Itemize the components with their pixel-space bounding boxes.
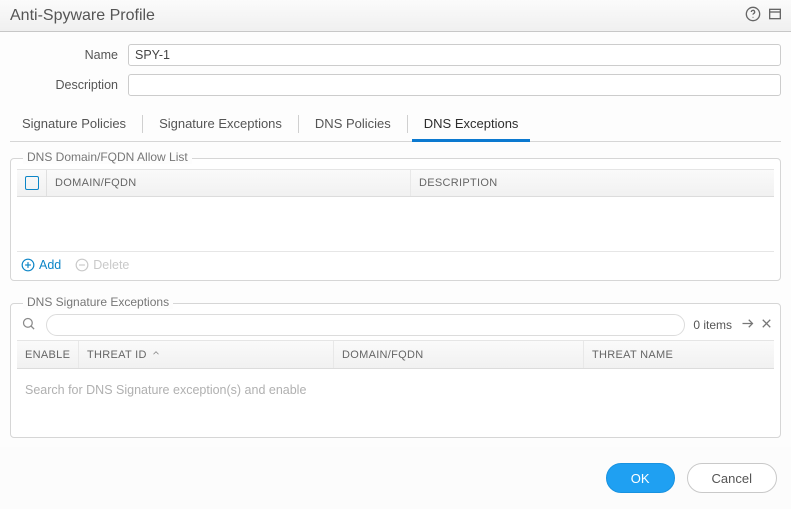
footer: OK Cancel [0, 447, 791, 509]
column-threat-name[interactable]: THREAT NAME [584, 341, 774, 368]
tabs: Signature Policies Signature Exceptions … [10, 106, 781, 142]
tab-separator [298, 115, 299, 133]
tab-signature-policies[interactable]: Signature Policies [10, 106, 138, 141]
window-icon[interactable] [767, 6, 783, 25]
description-label: Description [10, 78, 128, 92]
delete-button: Delete [75, 258, 129, 272]
allow-list-section: DNS Domain/FQDN Allow List DOMAIN/FQDN D… [10, 158, 781, 281]
description-field[interactable] [128, 74, 781, 96]
sig-table-hint: Search for DNS Signature exception(s) an… [17, 369, 774, 437]
dialog: Anti-Spyware Profile Name Description Si… [0, 0, 791, 509]
tab-label: Signature Exceptions [159, 116, 282, 131]
add-button[interactable]: Add [21, 258, 61, 272]
titlebar: Anti-Spyware Profile [0, 0, 791, 32]
column-enable[interactable]: ENABLE [17, 341, 79, 368]
sig-search-row: 0 items [17, 314, 774, 336]
allow-list-body [17, 197, 774, 251]
titlebar-actions [745, 6, 783, 25]
close-icon[interactable] [759, 316, 774, 334]
sig-exceptions-section: DNS Signature Exceptions 0 items ENABLE … [10, 303, 781, 438]
ok-button[interactable]: OK [606, 463, 675, 493]
allow-list-header: DOMAIN/FQDN DESCRIPTION [17, 169, 774, 197]
add-label: Add [39, 258, 61, 272]
tab-separator [407, 115, 408, 133]
description-row: Description [10, 74, 781, 96]
search-icon[interactable] [17, 316, 40, 334]
tab-dns-exceptions[interactable]: DNS Exceptions [412, 106, 531, 141]
allow-list-toolbar: Add Delete [17, 251, 774, 280]
delete-label: Delete [93, 258, 129, 272]
item-count: 0 items [691, 318, 734, 332]
help-icon[interactable] [745, 6, 761, 25]
select-all-cell[interactable] [17, 170, 47, 196]
tab-label: Signature Policies [22, 116, 126, 131]
column-threat-id[interactable]: THREAT ID [79, 341, 334, 368]
tab-dns-policies[interactable]: DNS Policies [303, 106, 403, 141]
body: Name Description Signature Policies Sign… [0, 32, 791, 447]
checkbox-icon [25, 176, 39, 190]
sig-table-header: ENABLE THREAT ID DOMAIN/FQDN THREAT NAME [17, 340, 774, 369]
tab-label: DNS Policies [315, 116, 391, 131]
sort-asc-icon [151, 348, 161, 361]
column-domain[interactable]: DOMAIN/FQDN [47, 170, 411, 196]
dialog-title: Anti-Spyware Profile [10, 7, 155, 25]
column-domain[interactable]: DOMAIN/FQDN [334, 341, 584, 368]
search-actions [740, 316, 774, 334]
plus-circle-icon [21, 258, 35, 272]
name-row: Name [10, 44, 781, 66]
name-label: Name [10, 48, 128, 62]
column-description[interactable]: DESCRIPTION [411, 170, 774, 196]
tab-signature-exceptions[interactable]: Signature Exceptions [147, 106, 294, 141]
name-field[interactable] [128, 44, 781, 66]
allow-list-legend: DNS Domain/FQDN Allow List [23, 150, 192, 164]
search-input[interactable] [46, 314, 685, 336]
cancel-button[interactable]: Cancel [687, 463, 777, 493]
sig-exceptions-legend: DNS Signature Exceptions [23, 295, 173, 309]
column-label: THREAT ID [87, 349, 147, 361]
tab-label: DNS Exceptions [424, 116, 519, 131]
arrow-right-icon[interactable] [740, 316, 755, 334]
tab-separator [142, 115, 143, 133]
minus-circle-icon [75, 258, 89, 272]
